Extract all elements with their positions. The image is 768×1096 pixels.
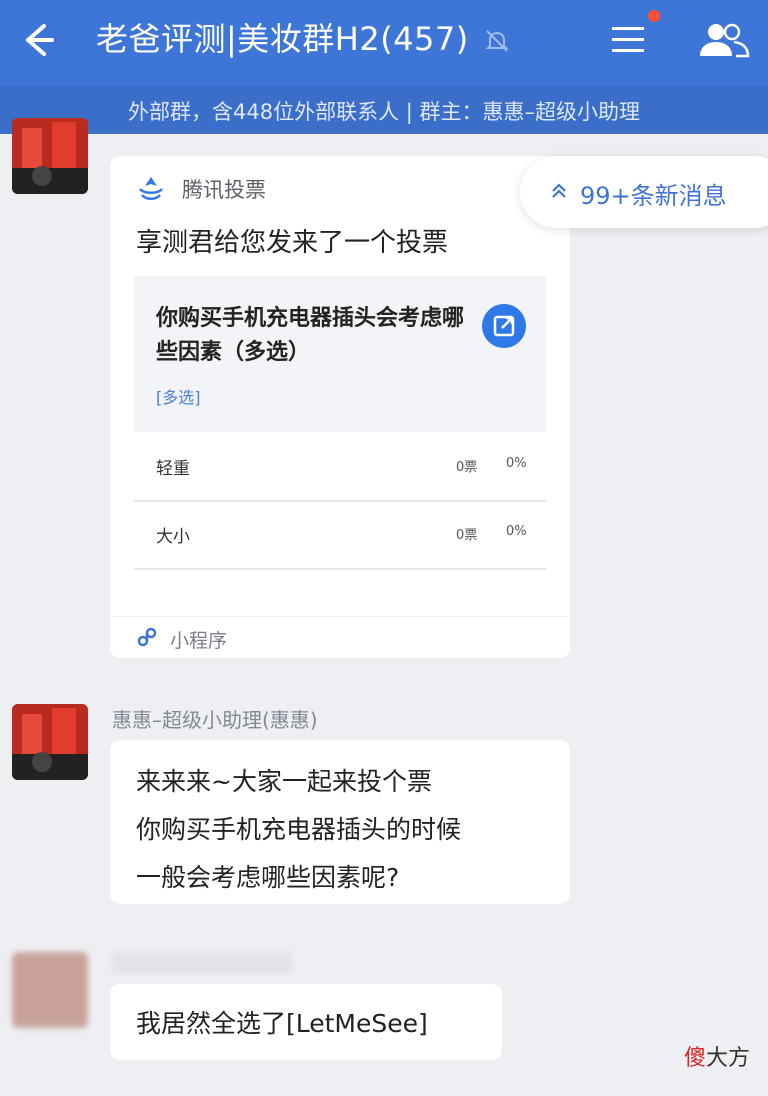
watermark-red: 傻: [683, 1046, 706, 1071]
chat-header: 老爸评测|美妆群H2(457) 外部群，含448位外部联系人 | 群主：惠惠–超…: [0, 0, 768, 134]
new-messages-button[interactable]: 99+条新消息: [520, 156, 768, 228]
vote-card[interactable]: 腾讯投票 享测君给您发来了一个投票 你购买手机充电器插头会考虑哪些因素（多选） …: [110, 156, 570, 658]
vote-option[interactable]: 大小 0票 0%: [134, 502, 546, 570]
watermark-rest: 大方: [705, 1046, 750, 1071]
sender-name: 惠惠–超级小助理(惠惠): [112, 708, 318, 732]
avatar-image: [12, 118, 88, 194]
option-label: 大小: [156, 527, 190, 547]
chat-title: 老爸评测|美妆群H2(457): [96, 20, 469, 58]
top-bar: 老爸评测|美妆群H2(457): [0, 0, 768, 80]
mini-program-icon: [137, 627, 157, 647]
watermark: 傻大方: [684, 1040, 750, 1072]
tencent-vote-icon: [139, 177, 163, 200]
message-line: 来来来~大家一起来投个票: [136, 767, 432, 796]
group-info-text: 外部群，含448位外部联系人 | 群主：惠惠–超级小助理: [127, 100, 640, 124]
new-messages-label: 99+条新消息: [580, 182, 727, 210]
card-description: 享测君给您发来了一个投票: [136, 228, 449, 258]
menu-icon[interactable]: [608, 20, 648, 60]
message-line: 你购买手机充电器插头的时候: [136, 815, 462, 844]
unread-dot: [648, 10, 660, 22]
vote-type-tag: [多选]: [156, 388, 201, 407]
vote-question: 你购买手机充电器插头会考虑哪些因素（多选）: [156, 306, 465, 365]
option-votes: 0票: [456, 528, 478, 543]
avatar[interactable]: [12, 704, 88, 780]
back-arrow-icon[interactable]: [14, 18, 58, 62]
message-bubble[interactable]: 我居然全选了[LetMeSee]: [110, 984, 502, 1060]
message-bubble[interactable]: 来来来~大家一起来投个票 你购买手机充电器插头的时候 一般会考虑哪些因素呢?: [110, 740, 570, 904]
chevron-up-icon: [552, 183, 566, 198]
sender-name-blurred: [112, 952, 292, 974]
option-votes: 0票: [456, 460, 478, 475]
option-percent: 0%: [506, 456, 527, 471]
mini-program-label: 小程序: [170, 630, 228, 652]
message-line: 我居然全选了[LetMeSee]: [136, 1009, 428, 1038]
avatar[interactable]: [12, 118, 88, 194]
vote-option[interactable]: 轻重 0票 0%: [134, 434, 546, 502]
option-percent: 0%: [506, 524, 527, 539]
option-label: 轻重: [156, 459, 190, 479]
mute-bell-icon: [485, 30, 509, 52]
open-external-icon[interactable]: [482, 304, 526, 348]
message-line: 一般会考虑哪些因素呢?: [136, 863, 400, 892]
avatar[interactable]: [12, 952, 88, 1028]
divider: [134, 568, 546, 570]
avatar-image: [12, 704, 88, 780]
card-brand: 腾讯投票: [182, 178, 266, 202]
group-members-icon[interactable]: [696, 18, 752, 62]
divider: [110, 616, 570, 617]
vote-summary[interactable]: 你购买手机充电器插头会考虑哪些因素（多选） [多选]: [134, 276, 546, 432]
